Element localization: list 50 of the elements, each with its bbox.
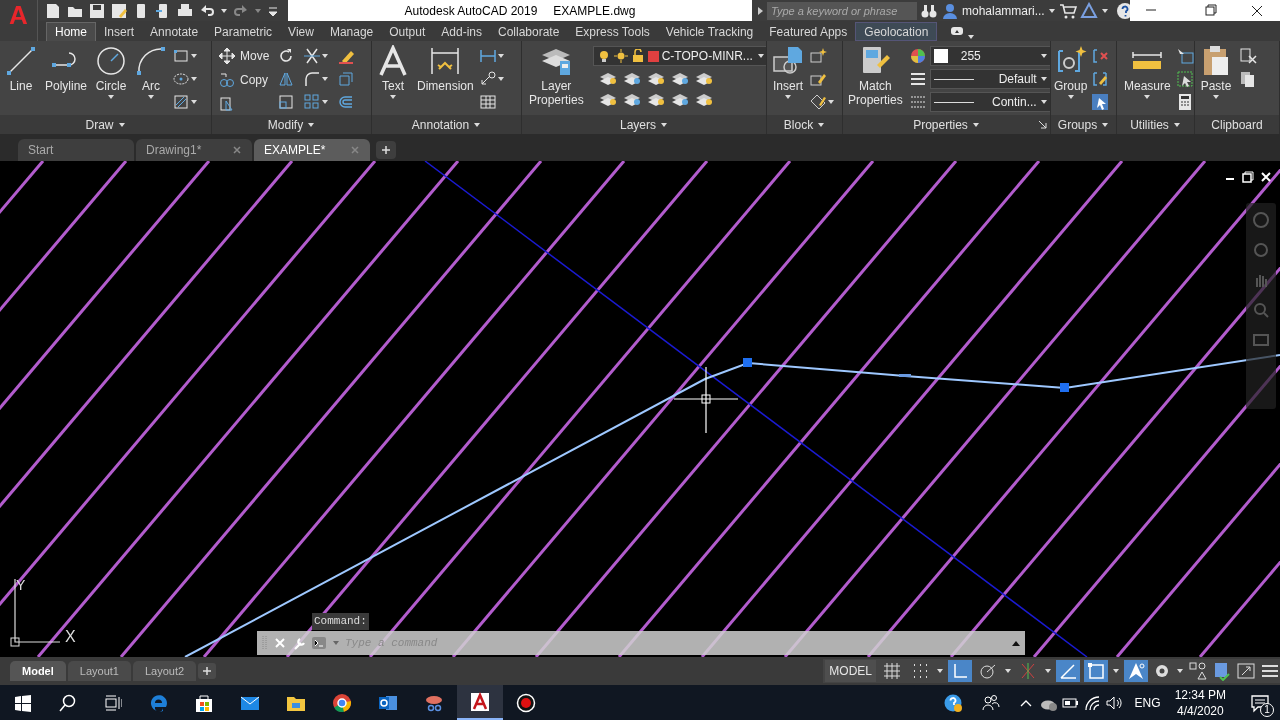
ribbon-tool-button[interactable]: Measure — [1121, 41, 1174, 111]
panel-title[interactable]: Layers — [620, 115, 656, 134]
ribbon-tab[interactable]: Manage — [321, 22, 382, 41]
ribbon-tool-button[interactable]: Paste — [1197, 41, 1235, 111]
model-space-button[interactable]: MODEL — [825, 660, 876, 682]
property-dropdown[interactable]: Default — [929, 69, 1050, 89]
ribbon-tool-button[interactable]: Insert — [769, 41, 807, 111]
document-name: EXAMPLE.dwg — [553, 2, 636, 20]
ribbon-tool-button[interactable]: Arc — [132, 41, 171, 111]
window-title: Autodesk AutoCAD 2019 — [404, 2, 538, 20]
taskbar-clock[interactable]: 12:34 PM 4/4/2020 — [1174, 686, 1226, 719]
ribbon-tab[interactable]: Vehicle Tracking — [657, 22, 762, 41]
ribbon-tool-button[interactable]: Group — [1051, 41, 1091, 111]
property-dropdown[interactable]: 255 — [929, 46, 1050, 66]
ribbon-tool-button[interactable]: Layer Properties — [526, 41, 587, 111]
ribbon-tool-button[interactable]: Move — [218, 47, 270, 65]
ribbon-tool-button[interactable]: Polyline — [42, 41, 91, 111]
ribbon-tab[interactable]: Add-ins — [433, 22, 490, 41]
ribbon-tool-button[interactable]: Circle — [92, 41, 131, 111]
ucs-x-label: X — [65, 627, 76, 647]
ribbon-tool-button[interactable]: Text — [374, 41, 412, 111]
command-prompt: Command: — [312, 613, 369, 630]
ribbon-tool-button[interactable]: Copy — [218, 71, 270, 89]
ribbon-tool-button[interactable]: Match Properties — [845, 41, 906, 111]
document-tab[interactable]: Start — [18, 139, 134, 161]
document-tab[interactable]: EXAMPLE* — [254, 139, 370, 161]
ribbon-tab[interactable]: Insert — [96, 22, 143, 41]
language-indicator[interactable]: ENG — [1134, 693, 1161, 712]
ribbon-tab[interactable]: Featured Apps — [761, 22, 856, 41]
ribbon-tab[interactable]: Parametric — [206, 22, 281, 41]
panel-title[interactable]: Draw — [85, 115, 114, 134]
layout-tab[interactable]: Layout2 — [132, 661, 197, 681]
ribbon-tab[interactable]: Annotate — [142, 22, 207, 41]
user-menu[interactable]: mohalammari... — [962, 1, 1045, 20]
search-field[interactable]: Type a keyword or phrase — [767, 1, 917, 20]
ribbon-tool-button[interactable]: Dimension — [414, 41, 477, 111]
ribbon-tab[interactable]: Geolocation — [855, 22, 938, 41]
layout-tab[interactable]: Layout1 — [67, 661, 131, 681]
notification-badge: 1 — [1260, 703, 1274, 717]
layer-dropdown[interactable]: C-TOPO-MINR... — [592, 46, 766, 66]
document-tab[interactable]: Drawing1* — [136, 139, 252, 161]
ribbon-tab[interactable]: Home — [46, 22, 96, 41]
ribbon-tab[interactable]: Output — [381, 22, 434, 41]
ucs-y-label: Y — [16, 576, 26, 595]
ribbon-tool-button[interactable]: Line — [2, 41, 40, 111]
layout-tab[interactable]: Model — [10, 661, 66, 681]
property-dropdown[interactable]: Contin... — [929, 92, 1050, 112]
ribbon-tab[interactable]: View — [280, 22, 322, 41]
ribbon-tab[interactable]: Collaborate — [490, 22, 568, 41]
ribbon-tab[interactable]: Express Tools — [567, 22, 658, 41]
